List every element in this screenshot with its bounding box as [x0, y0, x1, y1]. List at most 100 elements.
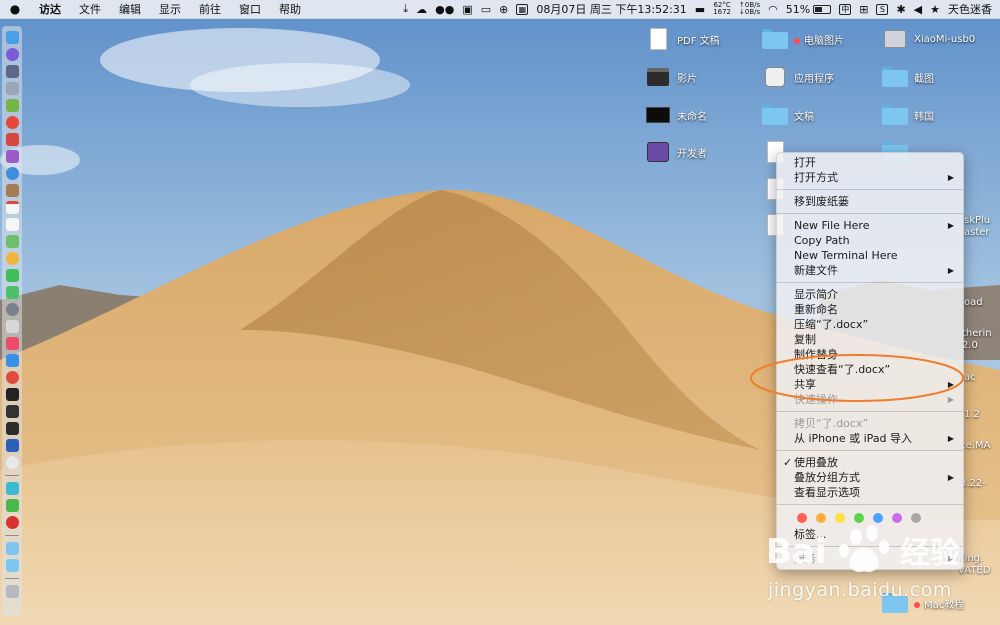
- desktop-icon-mac-tutorial[interactable]: Mac教程: [882, 592, 964, 614]
- desktop-icon-pdf[interactable]: PDF 文稿: [645, 28, 720, 50]
- cpu-temp-readout[interactable]: 62°C 1672: [709, 2, 735, 16]
- desktop-icon-applications[interactable]: 应用程序: [762, 66, 834, 88]
- input-method-icon[interactable]: 中: [835, 3, 855, 15]
- menu-item-quick-look[interactable]: 快速查看“了.docx”: [777, 362, 963, 377]
- tag-blue-dot[interactable]: [873, 513, 883, 523]
- menu-item-make-alias[interactable]: 制作替身: [777, 347, 963, 362]
- notes-icon[interactable]: [5, 184, 19, 197]
- terminal-icon[interactable]: [5, 388, 19, 401]
- console-icon[interactable]: [5, 405, 19, 418]
- menu-item-tags[interactable]: 标签...: [777, 527, 963, 542]
- vivaldi-icon[interactable]: [5, 371, 19, 384]
- chat-icon[interactable]: ▭: [477, 3, 495, 16]
- user-name[interactable]: 天色迷香: [944, 1, 1000, 17]
- desktop-icon-movies[interactable]: 影片: [645, 66, 697, 88]
- menu-help[interactable]: 帮助: [270, 1, 310, 17]
- desktop-icon-korea[interactable]: 韩国: [882, 104, 934, 126]
- safari-icon[interactable]: [5, 167, 19, 180]
- activity-icon[interactable]: [5, 422, 19, 435]
- chrome-icon[interactable]: [5, 116, 19, 129]
- network-readout[interactable]: ↑0B/s ↓0B/s: [735, 2, 764, 16]
- menu-item-new-terminal-here[interactable]: New Terminal Here: [777, 248, 963, 263]
- tag-red-dot[interactable]: [797, 513, 807, 523]
- menu-item-copy-path[interactable]: Copy Path: [777, 233, 963, 248]
- bluetooth-icon[interactable]: ✱: [892, 3, 909, 16]
- wechat-icon[interactable]: [5, 499, 19, 512]
- desktop-icon-screenshots[interactable]: 截图: [882, 66, 934, 88]
- notification-icon[interactable]: ▣: [458, 3, 476, 16]
- desktop-icon-pictures[interactable]: 电脑图片: [762, 28, 844, 50]
- menu-item-get-info[interactable]: 显示简介: [777, 287, 963, 302]
- siri-icon[interactable]: [5, 48, 19, 61]
- netease-music-icon[interactable]: [5, 516, 19, 529]
- menu-item-open-with[interactable]: 打开方式 ▶: [777, 170, 963, 185]
- menu-item-compress[interactable]: 压缩“了.docx”: [777, 317, 963, 332]
- calendar-icon[interactable]: ▦: [512, 3, 532, 15]
- ghost-icon[interactable]: ☁: [412, 3, 431, 16]
- menu-item-import-from-iphone[interactable]: 从 iPhone 或 iPad 导入 ▶: [777, 431, 963, 446]
- tag-purple-dot[interactable]: [892, 513, 902, 523]
- text-edit-icon[interactable]: [5, 218, 19, 231]
- apple-menu-icon[interactable]: ●: [0, 2, 30, 16]
- menu-item-quick-actions[interactable]: 快速操作 ▶: [777, 392, 963, 407]
- appstore-icon[interactable]: [5, 354, 19, 367]
- dots-icon[interactable]: ●●: [431, 3, 458, 16]
- rocket-icon[interactable]: [5, 82, 19, 95]
- maps-icon[interactable]: [5, 235, 19, 248]
- desktop-icon-developer[interactable]: 开发者: [645, 141, 707, 163]
- menu-edit[interactable]: 编辑: [110, 1, 150, 17]
- wifi-icon[interactable]: ◠: [764, 3, 782, 16]
- settings-icon[interactable]: [5, 303, 19, 316]
- desktop-icon-documents[interactable]: 文稿: [762, 104, 814, 126]
- download-icon[interactable]: ⤓: [399, 2, 412, 16]
- facetime-icon[interactable]: [5, 286, 19, 299]
- launchpad-icon[interactable]: [5, 65, 19, 78]
- menu-item-open[interactable]: 打开: [777, 155, 963, 170]
- app-red-icon[interactable]: [5, 133, 19, 146]
- menu-item-use-stacks[interactable]: ✓ 使用叠放: [777, 455, 963, 470]
- messages-icon[interactable]: [5, 269, 19, 282]
- app-menu-finder[interactable]: 访达: [30, 1, 70, 17]
- display-icon[interactable]: ▬: [691, 3, 709, 16]
- tag-gray-dot[interactable]: [911, 513, 921, 523]
- menu-item-rename[interactable]: 重新命名: [777, 302, 963, 317]
- finder-icon[interactable]: [5, 31, 19, 44]
- battery-status[interactable]: 51%: [782, 3, 835, 16]
- globe-icon[interactable]: ⊕: [495, 3, 512, 16]
- menu-item-move-to-trash[interactable]: 移到废纸篓: [777, 194, 963, 209]
- app-cyan-icon[interactable]: [5, 482, 19, 495]
- desktop-icon-usb[interactable]: XiaoMi-usb0: [882, 28, 975, 50]
- vpn-icon[interactable]: [5, 439, 19, 452]
- keynote-icon[interactable]: [5, 320, 19, 333]
- menu-file[interactable]: 文件: [70, 1, 110, 17]
- desktop-icon-untitled[interactable]: 未命名: [645, 104, 707, 126]
- menu-item-group-stacks-by[interactable]: 叠放分组方式 ▶: [777, 470, 963, 485]
- documents-folder-icon[interactable]: [5, 559, 19, 572]
- grid-icon[interactable]: ⊞: [855, 3, 872, 16]
- menu-item-new-file-here[interactable]: New File Here ▶: [777, 218, 963, 233]
- app-purple-icon[interactable]: [5, 150, 19, 163]
- trash-icon[interactable]: [5, 585, 19, 598]
- downloads-folder-icon[interactable]: [5, 542, 19, 555]
- menu-item-show-view-options[interactable]: 查看显示选项: [777, 485, 963, 500]
- menu-item-services[interactable]: 服务 ▶: [777, 551, 963, 566]
- menu-go[interactable]: 前往: [190, 1, 230, 17]
- yandex-icon[interactable]: [5, 456, 19, 469]
- calendar-app-icon[interactable]: [5, 201, 19, 214]
- menu-item-duplicate[interactable]: 复制: [777, 332, 963, 347]
- volume-icon[interactable]: ◀: [910, 3, 926, 16]
- menu-item-share[interactable]: 共享 ▶: [777, 377, 963, 392]
- star-icon[interactable]: ★: [926, 3, 944, 16]
- tag-yellow-dot[interactable]: [835, 513, 845, 523]
- clock-text[interactable]: 08月07日 周三 下午13:52:31: [532, 1, 690, 17]
- photos-icon[interactable]: [5, 252, 19, 265]
- s-app-icon[interactable]: S: [872, 3, 892, 15]
- android-icon[interactable]: [5, 99, 19, 112]
- menu-window[interactable]: 窗口: [230, 1, 270, 17]
- music-icon[interactable]: [5, 337, 19, 350]
- menu-item-copy-file[interactable]: 拷贝“了.docx”: [777, 416, 963, 431]
- tag-green-dot[interactable]: [854, 513, 864, 523]
- tag-orange-dot[interactable]: [816, 513, 826, 523]
- menu-view[interactable]: 显示: [150, 1, 190, 17]
- menu-item-new-file[interactable]: 新建文件 ▶: [777, 263, 963, 278]
